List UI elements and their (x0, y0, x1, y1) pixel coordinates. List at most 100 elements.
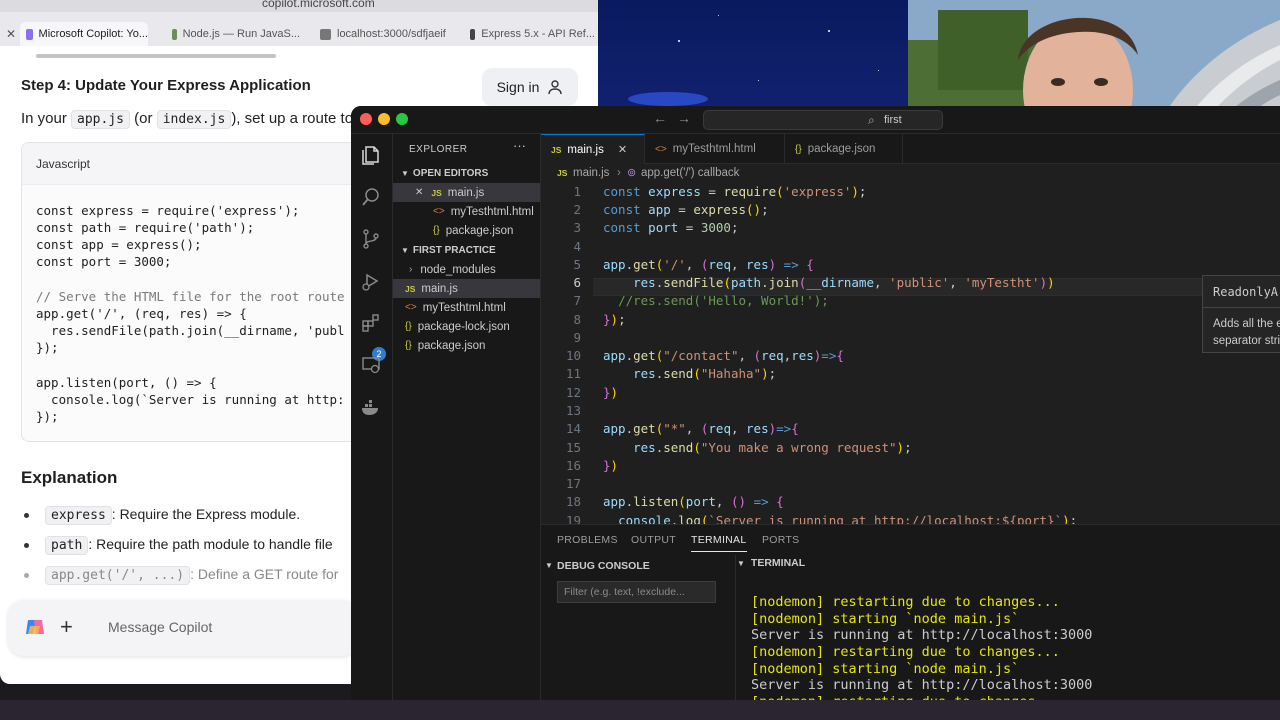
js-file-icon: JS (551, 144, 562, 155)
breadcrumb-symbol[interactable]: app.get('/') callback (641, 167, 739, 179)
search-icon[interactable] (360, 186, 382, 208)
terminal-header[interactable]: ▼ TERMINAL (737, 557, 805, 569)
json-file-icon: {} (795, 143, 802, 155)
code-line: app.listen(port, () => { (36, 375, 217, 390)
line-number: 17 (565, 476, 581, 491)
line-number: 19 (565, 513, 581, 524)
minimize-window-button[interactable] (378, 113, 390, 125)
hover-description: Adds all the elements of an array separa… (1213, 318, 1280, 347)
json-file-icon: {} (405, 321, 412, 332)
file-main-js[interactable]: JS main.js (393, 279, 540, 298)
message-input[interactable]: Message Copilot (108, 619, 212, 635)
explorer-sidebar: EXPLORER ··· ▼ OPEN EDITORS ✕ JS main.js <>… (393, 134, 541, 720)
nodejs-favicon-icon (172, 28, 177, 40)
code-line: //res.send('Hello, World!'); (618, 293, 829, 308)
breadcrumb-file[interactable]: main.js (573, 167, 609, 179)
inline-code-indexjs: index.js (156, 110, 232, 129)
file-name: package-lock.json (417, 320, 510, 333)
close-icon[interactable]: ✕ (415, 187, 423, 198)
code-line: const path = require('path'); (36, 220, 255, 235)
para-text: ), set up a route to (231, 110, 354, 127)
panel-tab-ports[interactable]: PORTS (762, 534, 799, 546)
sign-in-label: Sign in (496, 79, 540, 95)
inline-code: app.get('/', ...) (45, 566, 191, 585)
file-mytesthtml[interactable]: <> myTesthtml.html (393, 298, 540, 317)
code-line: const express = require('express'); (603, 184, 867, 199)
tab-label: Node.js — Run JavaS... (182, 28, 300, 40)
extensions-icon[interactable] (360, 312, 382, 334)
line-number: 12 (565, 385, 581, 400)
run-debug-icon[interactable] (360, 270, 382, 292)
browser-tab-localhost[interactable]: localhost:3000/sdfjaeif (320, 22, 450, 46)
explorer-icon[interactable] (360, 144, 382, 166)
code-line: const app = express(); (603, 202, 769, 217)
editor-tab-package[interactable]: {} package.json (785, 134, 903, 164)
open-editor-item-main[interactable]: ✕ JS main.js (393, 183, 540, 202)
open-editor-item-html[interactable]: <> myTesthtml.html (393, 202, 540, 221)
line-number: 2 (573, 202, 581, 217)
close-tab-icon[interactable]: ✕ (618, 143, 627, 156)
close-window-button[interactable] (360, 113, 372, 125)
project-section[interactable]: ▼ FIRST PRACTICE (393, 241, 540, 260)
source-control-icon[interactable] (360, 228, 382, 250)
command-center[interactable]: ⌕ first (703, 110, 943, 130)
page-favicon-icon (320, 28, 331, 40)
file-name: package.json (417, 339, 486, 352)
file-package-json[interactable]: {} package.json (393, 336, 540, 355)
add-attachment-button[interactable]: + (60, 614, 73, 640)
code-block: Javascript const express = require('expr… (21, 142, 361, 442)
list-item: express: Require the Express module. (24, 506, 300, 525)
file-name: main.js (421, 282, 458, 295)
line-number: 4 (573, 239, 581, 254)
html-file-icon: <> (655, 143, 667, 155)
code-editor[interactable]: 1 2 3 4 5 6 7 8 9 10 11 12 13 14 15 16 1… (541, 184, 1280, 524)
code-line: }) (603, 385, 619, 400)
breadcrumb: JS main.js › ⊚ app.get('/') callback (541, 164, 1280, 184)
debug-filter-input[interactable]: Filter (e.g. text, !exclude... (557, 581, 716, 603)
browser-tab-nodejs[interactable]: Node.js — Run JavaS... (172, 22, 300, 46)
code-line: }); (36, 340, 59, 355)
instruction-paragraph: In your app.js (or index.js), set up a r… (21, 110, 354, 129)
code-language-label: Javascript (36, 157, 91, 171)
tab-label: localhost:3000/sdfjaeif (337, 28, 446, 40)
open-editor-item-package[interactable]: {} package.json (393, 221, 540, 240)
debug-console-header[interactable]: ▼ DEBUG CONSOLE (541, 557, 735, 577)
js-file-icon: JS (405, 283, 416, 294)
remote-explorer-icon[interactable] (360, 354, 382, 376)
panel-tab-terminal[interactable]: TERMINAL (691, 534, 747, 552)
express-favicon-icon (470, 28, 476, 40)
folder-node-modules[interactable]: › node_modules (393, 260, 540, 279)
panel-tab-problems[interactable]: PROBLEMS (557, 534, 618, 546)
vscode-window: ← → ⌕ first 2 EXPLORER ··· ▼ OPEN EDITORS… (351, 106, 1280, 720)
line-number: 6 (573, 275, 581, 290)
editor-tab-main[interactable]: JS main.js ✕ (541, 134, 645, 164)
back-arrow-icon[interactable]: ← (653, 110, 667, 126)
tab-label: package.json (807, 143, 876, 155)
browser-tab-copilot[interactable]: Microsoft Copilot: Yo... (20, 22, 148, 46)
terminal-title: TERMINAL (750, 557, 806, 569)
js-file-icon: JS (557, 168, 568, 178)
forward-arrow-icon[interactable]: → (677, 110, 691, 126)
sign-in-button[interactable]: Sign in (482, 68, 578, 106)
js-file-icon: JS (431, 187, 442, 198)
browser-tab-express[interactable]: Express 5.x - API Ref... (470, 22, 595, 46)
tab-label: myTesthtml.html (672, 143, 756, 155)
browser-url-bar[interactable]: copilot.microsoft.com (0, 0, 598, 12)
open-editors-section[interactable]: ▼ OPEN EDITORS (393, 164, 540, 183)
more-actions-icon[interactable]: ··· (513, 138, 526, 153)
tab-label: Express 5.x - API Ref... (481, 28, 595, 40)
explorer-title: EXPLORER (409, 144, 468, 155)
docker-icon[interactable] (360, 396, 382, 418)
code-block-header: Javascript (22, 143, 360, 185)
zoom-window-button[interactable] (396, 113, 408, 125)
code-line: // Serve the HTML file for the root rout… (36, 289, 345, 304)
editor-tab-html[interactable]: <> myTesthtml.html (645, 134, 785, 164)
close-tab-icon[interactable]: ✕ (6, 27, 16, 41)
chevron-down-icon: ▼ (545, 561, 553, 570)
file-package-lock[interactable]: {} package-lock.json (393, 317, 540, 336)
line-number: 3 (573, 220, 581, 235)
hover-tooltip: ReadonlyArray.join(separator?: stri Adds… (1202, 275, 1280, 353)
html-file-icon: <> (433, 206, 445, 217)
terminal-line: [nodemon] restarting due to changes... (751, 594, 1060, 610)
panel-tab-output[interactable]: OUTPUT (631, 534, 676, 546)
